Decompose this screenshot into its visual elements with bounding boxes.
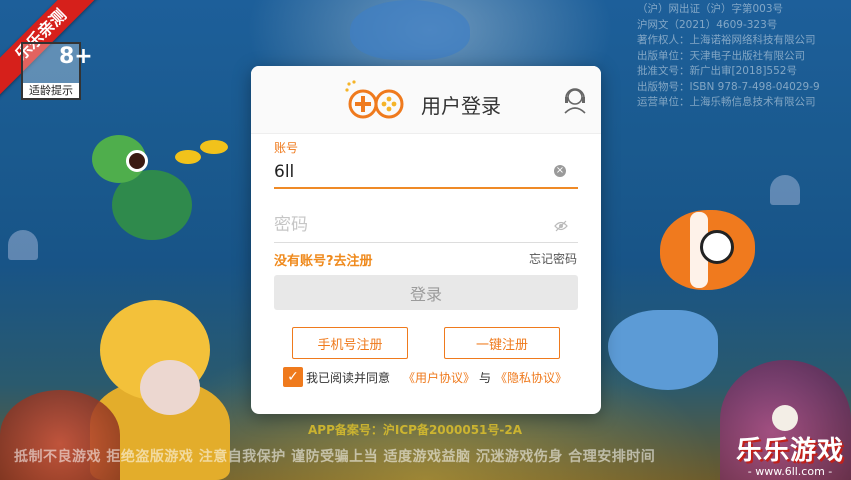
coral-illustration [0, 390, 120, 480]
account-field-row: × [274, 157, 578, 189]
jellyfish-illustration [8, 230, 38, 260]
bunny-illustration [140, 360, 200, 415]
icp-record: APP备案号：沪ICP备2000051号-2A [308, 423, 523, 437]
eye-icon[interactable] [554, 220, 568, 232]
quick-register-button[interactable]: 一键注册 [444, 327, 560, 359]
age-rating-number: 8+ [59, 44, 93, 69]
clear-icon[interactable]: × [554, 165, 566, 177]
login-dialog-header: 用户登录 [251, 66, 601, 134]
age-rating-caption: 适龄提示 [23, 83, 79, 98]
password-input[interactable] [274, 212, 544, 238]
shark-illustration [608, 310, 718, 390]
yellow-fish-illustration [200, 140, 228, 154]
age-rating-badge: 8+ 适龄提示 [21, 42, 93, 100]
publisher-line: 批准文号：新广出审[2018]552号 [637, 65, 797, 77]
login-button[interactable]: 登录 [274, 275, 578, 310]
pearl-illustration [772, 405, 798, 431]
account-input[interactable] [274, 159, 544, 185]
user-agreement-link[interactable]: 《用户协议》 [403, 369, 475, 386]
turtle-eye-illustration [126, 150, 148, 172]
health-gaming-notice: 抵制不良游戏 拒绝盗版游戏 注意自我保护 谨防受骗上当 适度游戏益脑 沉迷游戏伤… [14, 449, 656, 465]
phone-register-button[interactable]: 手机号注册 [292, 327, 408, 359]
and-text: 与 [479, 371, 492, 385]
publisher-line: 运营单位：上海乐畅信息技术有限公司 [637, 96, 816, 108]
publisher-line: 著作权人：上海诺裕网络科技有限公司 [637, 34, 816, 46]
privacy-agreement-link[interactable]: 《隐私协议》 [495, 369, 567, 386]
dialog-title: 用户登录 [421, 94, 501, 118]
brand-title: 乐乐游戏 [736, 436, 845, 466]
gamepad-logo-icon [345, 80, 404, 119]
customer-service-icon[interactable] [561, 86, 589, 114]
agree-text: 我已阅读并同意 [306, 371, 391, 385]
publisher-line: 出版物号：ISBN 978-7-498-04029-9 [637, 80, 820, 93]
manta-ray-illustration [350, 0, 470, 60]
go-register-link[interactable]: 没有账号?去注册 [274, 250, 373, 269]
clownfish-eye [700, 230, 734, 264]
publisher-line: 出版单位：天津电子出版社有限公司 [637, 49, 805, 62]
agree-checkbox[interactable]: ✓ [283, 367, 303, 387]
login-dialog: 用户登录 账号 × 没有账号?去注册 忘记密码 登录 手机号注册 一键注册 ✓ … [251, 66, 601, 414]
publisher-line: （沪）网出证（沪）字第003号 [637, 3, 784, 15]
password-field-row [274, 210, 578, 243]
brand-url: - www.6ll.com - [747, 465, 833, 478]
brand-watermark: 乐乐游戏 - www.6ll.com - [736, 430, 844, 478]
publisher-line: 沪网文（2021）4609-323号 [637, 18, 778, 31]
publisher-info: （沪）网出证（沪）字第003号 沪网文（2021）4609-323号 著作权人：… [637, 2, 847, 111]
yellow-fish-illustration [175, 150, 201, 164]
account-label: 账号 [274, 141, 299, 155]
forgot-password-link[interactable]: 忘记密码 [529, 250, 577, 267]
jellyfish-illustration [770, 175, 800, 205]
